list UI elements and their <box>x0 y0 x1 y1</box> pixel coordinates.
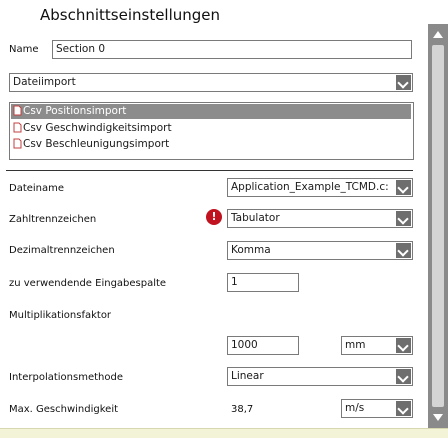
multiplikationsfaktor-input[interactable]: 1000 <box>227 336 299 355</box>
import-type-value: Dateiimport <box>13 76 76 88</box>
zahltrennzeichen-label: Zahltrennzeichen <box>9 214 97 225</box>
interpolationsmethode-dropdown[interactable]: Linear <box>227 367 413 386</box>
name-input-value: Section 0 <box>56 43 106 55</box>
faktor-unit-dropdown[interactable]: mm <box>341 336 413 355</box>
geschwindigkeit-unit-value: m/s <box>345 402 365 414</box>
scroll-down-icon[interactable] <box>433 414 443 421</box>
dezimaltrennzeichen-dropdown[interactable]: Komma <box>227 241 413 260</box>
csv-file-icon <box>13 138 22 149</box>
import-type-dropdown[interactable]: Dateiimport <box>9 73 413 92</box>
scroll-up-icon[interactable] <box>433 31 443 38</box>
list-item-label: Csv Geschwindigkeitsimport <box>23 122 172 134</box>
chevron-down-icon[interactable] <box>396 211 411 226</box>
dateiname-label: Dateiname <box>9 183 65 194</box>
eingabespalte-value: 1 <box>231 276 238 288</box>
list-item-label: Csv Beschleunigungsimport <box>23 138 170 150</box>
eingabespalte-input[interactable]: 1 <box>227 273 299 292</box>
geschwindigkeit-unit-dropdown[interactable]: m/s <box>341 399 413 418</box>
dezimaltrennzeichen-value: Komma <box>231 244 271 256</box>
dezimaltrennzeichen-label: Dezimaltrennzeichen <box>9 245 115 256</box>
chevron-down-icon[interactable] <box>396 369 411 384</box>
list-item-label: Csv Positionsimport <box>23 105 127 117</box>
name-input[interactable]: Section 0 <box>52 40 412 59</box>
chevron-down-icon[interactable] <box>396 243 411 258</box>
chevron-down-icon[interactable] <box>396 338 411 353</box>
zahltrennzeichen-dropdown[interactable]: Tabulator <box>227 209 413 228</box>
chevron-down-icon[interactable] <box>396 180 411 195</box>
section-divider <box>6 170 413 171</box>
list-item-csv-positionsimport[interactable]: Csv Positionsimport <box>11 104 411 119</box>
dateiname-value: Application_Example_TCMD.c: <box>231 181 389 193</box>
max-geschwindigkeit-value: 38,7 <box>231 404 254 415</box>
vertical-scrollbar[interactable] <box>428 24 448 428</box>
list-item-csv-beschleunigungsimport[interactable]: Csv Beschleunigungsimport <box>11 137 411 152</box>
multiplikationsfaktor-label: Multiplikationsfaktor <box>9 310 112 321</box>
csv-file-icon <box>13 105 22 116</box>
import-list[interactable]: Csv Positionsimport Csv Geschwindigkeits… <box>9 102 414 160</box>
panel-title: Abschnittseinstellungen <box>40 6 221 24</box>
interpolationsmethode-label: Interpolationsmethode <box>9 372 123 383</box>
scrollbar-thumb[interactable] <box>432 45 444 407</box>
list-item-csv-geschwindigkeitsimport[interactable]: Csv Geschwindigkeitsimport <box>11 121 411 136</box>
chevron-down-icon[interactable] <box>396 401 411 416</box>
multiplikationsfaktor-value: 1000 <box>231 339 258 351</box>
dateiname-dropdown[interactable]: Application_Example_TCMD.c: <box>227 178 413 197</box>
interpolationsmethode-value: Linear <box>231 370 264 382</box>
eingabespalte-label: zu verwendende Eingabespalte <box>9 278 167 289</box>
warning-icon: ! <box>206 209 222 225</box>
zahltrennzeichen-value: Tabulator <box>231 212 280 224</box>
faktor-unit-value: mm <box>345 339 366 351</box>
chevron-down-icon[interactable] <box>396 75 411 90</box>
name-label: Name <box>9 44 39 55</box>
csv-file-icon <box>13 122 22 133</box>
max-geschwindigkeit-label: Max. Geschwindigkeit <box>9 404 119 415</box>
